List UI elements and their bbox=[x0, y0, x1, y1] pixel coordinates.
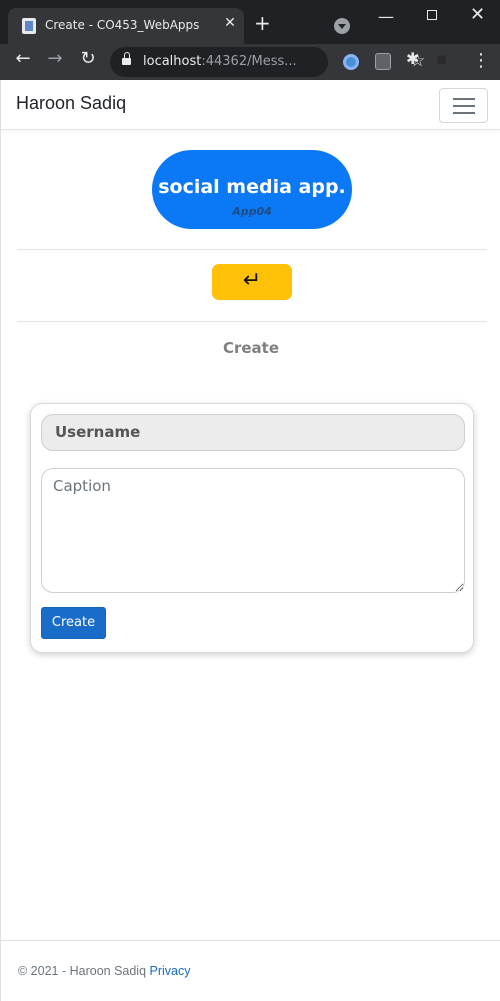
page-favicon-icon bbox=[22, 18, 36, 34]
create-button[interactable]: Create bbox=[41, 607, 106, 639]
username-field: Username bbox=[41, 414, 465, 451]
app-logo: social media app. App04 bbox=[152, 150, 352, 229]
create-post-card: Username Create bbox=[30, 403, 474, 653]
url-text[interactable]: localhost:44362/Mess... bbox=[143, 54, 297, 69]
extensions-puzzle-icon[interactable]: ✱ bbox=[406, 49, 419, 68]
extension-icon[interactable] bbox=[375, 53, 391, 70]
navbar-toggler-button[interactable] bbox=[439, 88, 488, 123]
url-host: localhost bbox=[143, 54, 202, 69]
browser-tab[interactable]: Create - CO453_WebApps ✕ bbox=[8, 8, 244, 44]
reload-icon[interactable]: ↻ bbox=[76, 48, 100, 69]
address-bar[interactable]: localhost:44362/Mess... ☆ bbox=[110, 47, 425, 77]
footer-text: © 2021 - Haroon Sadiq Privacy bbox=[18, 964, 191, 978]
extension-search-icon[interactable] bbox=[343, 54, 359, 70]
lock-icon[interactable] bbox=[122, 52, 131, 66]
divider bbox=[17, 249, 487, 250]
tab-strip: Create - CO453_WebApps ✕ + — ✕ bbox=[0, 0, 500, 44]
forward-arrow-icon[interactable]: → bbox=[43, 48, 67, 69]
new-tab-button[interactable]: + bbox=[254, 13, 271, 33]
logo-title: social media app. bbox=[158, 176, 346, 198]
caption-textarea[interactable] bbox=[41, 468, 465, 593]
browser-chrome: Create - CO453_WebApps ✕ + — ✕ ← → ↻ loc… bbox=[0, 0, 500, 80]
page-title: Create bbox=[222, 339, 280, 357]
url-path: :44362/Mess... bbox=[201, 54, 297, 69]
back-button[interactable]: ↵ bbox=[212, 264, 292, 300]
copyright-text: © 2021 - Haroon Sadiq bbox=[18, 964, 150, 978]
hamburger-menu-icon bbox=[453, 98, 475, 114]
navbar-brand[interactable]: Haroon Sadiq bbox=[16, 93, 126, 114]
logo-subtitle: App04 bbox=[232, 205, 272, 218]
minimize-window-button[interactable]: — bbox=[378, 7, 394, 26]
tab-close-icon[interactable]: ✕ bbox=[220, 15, 240, 31]
navbar: Haroon Sadiq bbox=[1, 80, 500, 130]
tab-search-icon[interactable] bbox=[334, 18, 350, 34]
return-arrow-icon: ↵ bbox=[242, 268, 262, 293]
browser-toolbar: ← → ↻ localhost:44362/Mess... ☆ ✱ ▪ ⋮ bbox=[0, 44, 500, 80]
footer: © 2021 - Haroon Sadiq Privacy bbox=[1, 940, 500, 1001]
tab-title: Create - CO453_WebApps bbox=[45, 18, 200, 32]
privacy-link[interactable]: Privacy bbox=[150, 964, 191, 978]
divider bbox=[17, 321, 487, 322]
browser-menu-icon[interactable]: ⋮ bbox=[472, 50, 490, 71]
maximize-window-button[interactable] bbox=[427, 10, 437, 20]
web-page: Haroon Sadiq social media app. App04 ↵ C… bbox=[0, 80, 500, 1001]
back-arrow-icon[interactable]: ← bbox=[11, 48, 35, 69]
close-window-button[interactable]: ✕ bbox=[470, 4, 485, 25]
extension-dark-icon[interactable]: ▪ bbox=[436, 49, 448, 69]
